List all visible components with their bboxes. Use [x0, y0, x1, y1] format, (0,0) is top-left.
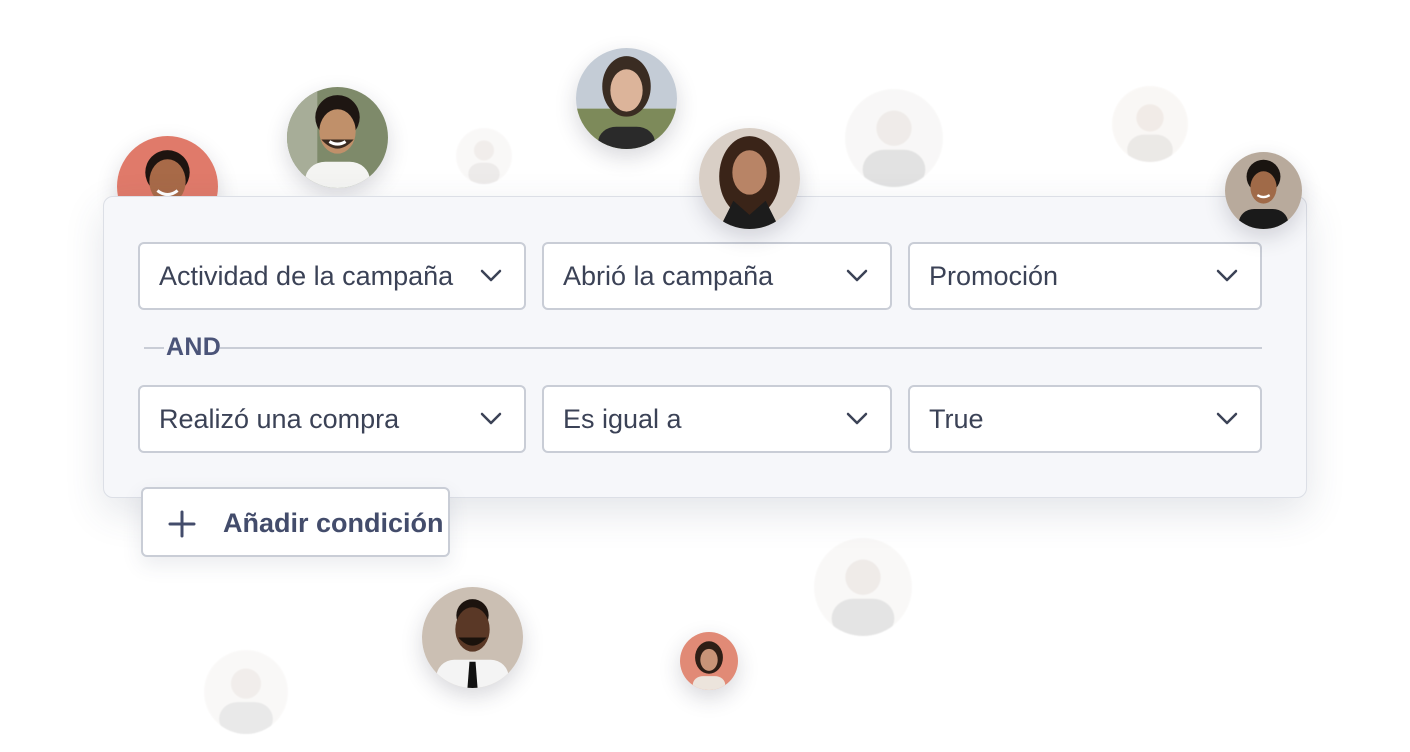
chevron-down-icon: [1216, 269, 1238, 282]
value-select[interactable]: True: [908, 385, 1262, 453]
field-select[interactable]: Realizó una compra: [138, 385, 526, 453]
add-condition-button[interactable]: Añadir condición: [141, 487, 450, 557]
chevron-down-icon: [480, 269, 502, 282]
avatar-man-tie: [422, 587, 523, 688]
value-select[interactable]: Promoción: [908, 242, 1262, 310]
plus-icon: [168, 510, 196, 538]
avatar-woman-short-hair: [680, 632, 738, 690]
field-select-value: Actividad de la campaña: [159, 260, 454, 291]
avatar-faded: [1112, 86, 1188, 162]
avatar-faded: [814, 538, 912, 636]
avatar-faded: [456, 128, 512, 184]
avatar-faded: [204, 650, 288, 734]
filter-panel: Actividad de la campaña Abrió la campaña…: [103, 196, 1307, 498]
chevron-down-icon: [1216, 412, 1238, 425]
add-condition-label: Añadir condición: [223, 508, 444, 538]
chevron-down-icon: [846, 269, 868, 282]
and-label: AND: [166, 333, 222, 361]
field-select-value: Realizó una compra: [159, 403, 400, 434]
avatar-young-man: [1225, 152, 1302, 229]
field-select[interactable]: Actividad de la campaña: [138, 242, 526, 310]
marketing-illustration: Actividad de la campaña Abrió la campaña…: [0, 0, 1410, 752]
value-select-value: True: [929, 403, 984, 434]
chevron-down-icon: [480, 412, 502, 425]
and-connector: AND: [144, 333, 1262, 363]
operator-select[interactable]: Es igual a: [542, 385, 892, 453]
operator-select-value: Abrió la campaña: [563, 260, 774, 291]
avatar-man-beard: [287, 87, 388, 188]
avatar-faded: [845, 89, 943, 187]
avatar-woman-outdoor: [576, 48, 677, 149]
chevron-down-icon: [846, 412, 868, 425]
avatar-woman-long-hair: [699, 128, 800, 229]
value-select-value: Promoción: [929, 260, 1059, 291]
operator-select-value: Es igual a: [563, 403, 682, 434]
divider: [220, 347, 1262, 349]
divider: [144, 347, 164, 349]
operator-select[interactable]: Abrió la campaña: [542, 242, 892, 310]
